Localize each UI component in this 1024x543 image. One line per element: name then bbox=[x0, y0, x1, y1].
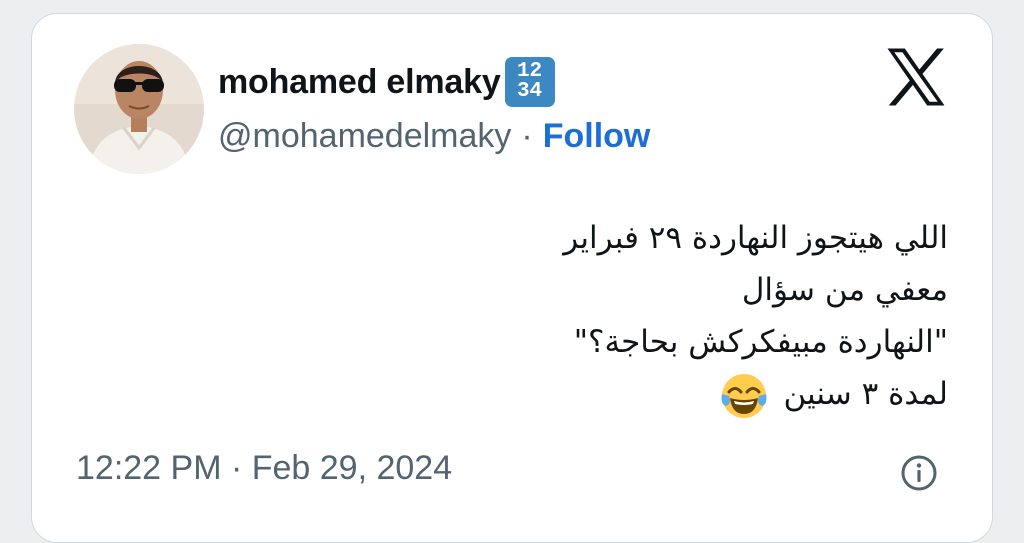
tweet-text-line: "النهاردة مبيفكركش بحاجة؟" bbox=[573, 324, 948, 360]
x-logo-icon[interactable] bbox=[885, 47, 947, 107]
info-icon[interactable] bbox=[900, 454, 938, 492]
tweet-text-line: معفي من سؤال bbox=[741, 272, 948, 308]
tweet-text: اللي هيتجوز النهاردة ٢٩ فبراير معفي من س… bbox=[428, 212, 948, 420]
author-display-name[interactable]: mohamed elmaky bbox=[218, 63, 501, 102]
tweet-text-line-last: لمدة ٣ سنين bbox=[428, 368, 948, 420]
tweet-text-line: اللي هيتجوز النهاردة ٢٩ فبراير bbox=[563, 220, 948, 256]
author-handle-row: @mohamedelmaky · Follow bbox=[218, 113, 650, 159]
face-with-tears-of-joy-icon bbox=[721, 373, 767, 418]
tweet-timestamp[interactable]: 12:22 PM · Feb 29, 2024 bbox=[76, 449, 452, 488]
author-name-row[interactable]: mohamed elmaky 12 34 bbox=[218, 56, 555, 108]
follow-button[interactable]: Follow bbox=[543, 117, 651, 156]
number-keycap-emoji-icon: 12 34 bbox=[504, 57, 555, 107]
separator-dot: · bbox=[521, 116, 533, 155]
avatar[interactable] bbox=[74, 44, 204, 174]
author-handle[interactable]: @mohamedelmaky bbox=[218, 117, 511, 156]
tweet-text-line-content: لمدة ٣ سنين bbox=[783, 376, 948, 412]
